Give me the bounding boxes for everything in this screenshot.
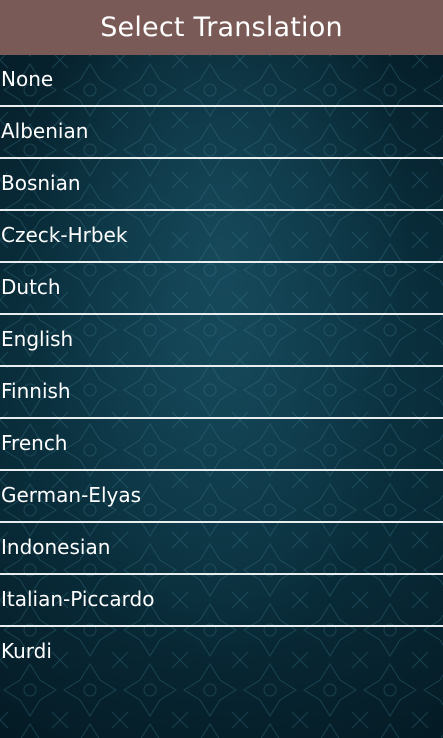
list-item-label: Bosnian [1, 171, 81, 195]
list-item-label: Italian-Piccardo [1, 587, 155, 611]
translation-list: None Albenian Bosnian Czeck-Hrbek Dutch … [0, 55, 443, 677]
app-header: Select Translation [0, 0, 443, 55]
list-item-czeck-hrbek[interactable]: Czeck-Hrbek [0, 211, 443, 263]
list-item-label: German-Elyas [1, 483, 142, 507]
list-item-label: Dutch [1, 275, 61, 299]
list-item-label: Finnish [1, 379, 71, 403]
list-item-italian-piccardo[interactable]: Italian-Piccardo [0, 575, 443, 627]
list-item-finnish[interactable]: Finnish [0, 367, 443, 419]
list-item-english[interactable]: English [0, 315, 443, 367]
list-item-german-elyas[interactable]: German-Elyas [0, 471, 443, 523]
page-title: Select Translation [100, 12, 343, 43]
list-item-label: English [1, 327, 74, 351]
list-item-label: None [1, 67, 54, 91]
list-item-label: French [1, 431, 68, 455]
list-item-albenian[interactable]: Albenian [0, 107, 443, 159]
list-item-french[interactable]: French [0, 419, 443, 471]
list-item-dutch[interactable]: Dutch [0, 263, 443, 315]
list-item-label: Albenian [1, 119, 89, 143]
list-item-indonesian[interactable]: Indonesian [0, 523, 443, 575]
list-item-kurdi[interactable]: Kurdi [0, 627, 443, 677]
translation-screen: Select Translation None Albenian Bosnian… [0, 0, 443, 738]
list-item-label: Indonesian [1, 535, 111, 559]
list-item-bosnian[interactable]: Bosnian [0, 159, 443, 211]
list-item-label: Kurdi [1, 639, 52, 663]
list-item-none[interactable]: None [0, 55, 443, 107]
list-item-label: Czeck-Hrbek [1, 223, 128, 247]
